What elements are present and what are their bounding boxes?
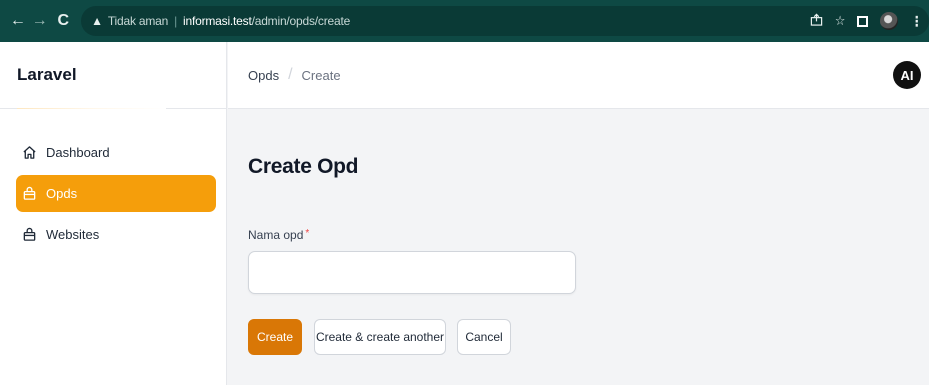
create-button[interactable]: Create (248, 319, 302, 355)
profile-picture-icon[interactable] (880, 12, 899, 30)
home-icon (21, 145, 37, 161)
browser-toolbar: ← → C ▲ Tidak aman | informasi.test/admi… (0, 0, 929, 42)
bookmark-star-icon[interactable]: ☆ (835, 13, 846, 29)
browser-actions: ☆ ⋮ (810, 0, 923, 42)
security-label: Tidak aman (107, 14, 169, 28)
breadcrumb: Opds / Create (228, 66, 341, 84)
breadcrumb-separator: / (288, 66, 293, 83)
shopping-bag-icon (21, 227, 37, 243)
nama-opd-label: Nama opd * (248, 228, 309, 242)
reload-icon[interactable]: C (53, 0, 73, 42)
address-bar[interactable]: ▲ Tidak aman | informasi.test/admin/opds… (81, 6, 929, 36)
breadcrumb-opds[interactable]: Opds (248, 68, 279, 83)
required-mark: * (305, 228, 310, 239)
sidepanel-icon[interactable] (857, 15, 869, 27)
sidebar-nav: Dashboard Opds Websites (0, 109, 226, 253)
url-separator: | (174, 14, 178, 28)
sidebar-item-opds[interactable]: Opds (16, 175, 216, 212)
warning-icon: ▲ (91, 14, 103, 28)
topbar: Opds / Create AI (228, 42, 929, 109)
avatar[interactable]: AI (893, 61, 921, 89)
url-host: informasi.test (183, 14, 252, 28)
kebab-menu-icon[interactable]: ⋮ (910, 13, 923, 30)
field-label-text: Nama opd (248, 228, 304, 242)
brand-logo[interactable]: Laravel (0, 42, 226, 109)
page-title: Create Opd (248, 155, 359, 178)
sidebar-item-label: Opds (46, 186, 78, 201)
forward-arrow-icon[interactable]: → (30, 0, 50, 42)
breadcrumb-create: Create (301, 67, 341, 83)
share-icon[interactable] (810, 13, 823, 29)
nama-opd-input[interactable] (248, 251, 576, 294)
cancel-button[interactable]: Cancel (457, 319, 511, 355)
sidebar-item-label: Dashboard (46, 145, 110, 160)
shopping-bag-icon (21, 186, 37, 202)
sidebar: Laravel Dashboard Opds Websites (0, 42, 227, 385)
sidebar-item-dashboard[interactable]: Dashboard (16, 134, 216, 171)
main-content: Create Opd Nama opd * Create Create & cre… (228, 110, 929, 385)
create-another-button[interactable]: Create & create another (314, 319, 446, 355)
sidebar-item-websites[interactable]: Websites (16, 216, 216, 253)
sidebar-item-label: Websites (46, 227, 100, 242)
url-path: /admin/opds/create (251, 14, 351, 28)
back-arrow-icon[interactable]: ← (8, 0, 28, 42)
